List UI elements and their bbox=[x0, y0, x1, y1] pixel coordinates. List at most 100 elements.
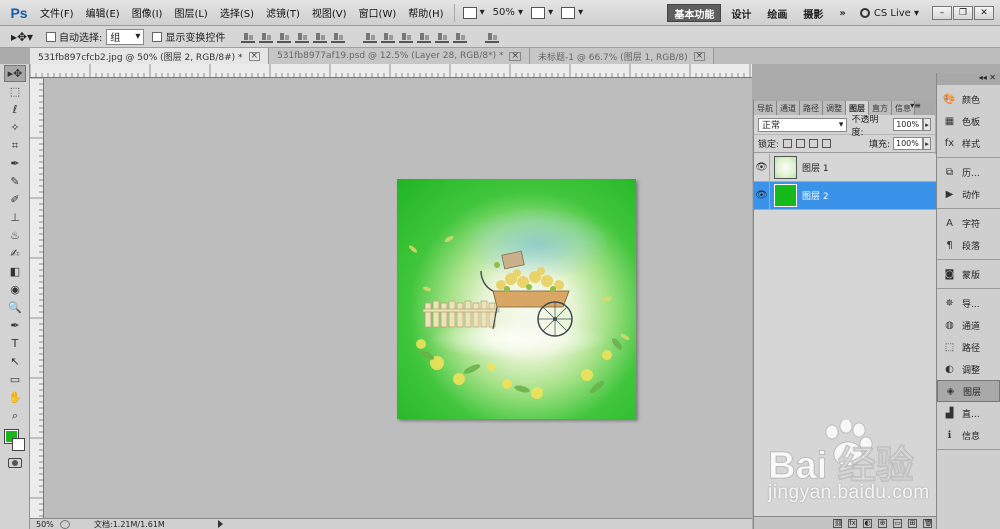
tool-button[interactable]: ◧ bbox=[4, 263, 26, 280]
screen-mode-button[interactable]: ▾ bbox=[557, 4, 587, 22]
dock-item[interactable]: ◈ 图层 bbox=[937, 380, 1000, 402]
menu-item[interactable]: 编辑(E) bbox=[80, 5, 126, 20]
tool-button[interactable]: ✋ bbox=[4, 389, 26, 406]
opacity-slider-button[interactable]: ▸ bbox=[923, 118, 931, 131]
blend-mode-select[interactable]: 正常 ▾ bbox=[758, 117, 848, 132]
auto-select-dropdown[interactable]: 组 ▾ bbox=[106, 28, 145, 45]
arrange-documents-button[interactable]: ▾ bbox=[527, 4, 557, 22]
show-transform-checkbox[interactable] bbox=[152, 31, 163, 42]
auto-align-layers-icon[interactable] bbox=[485, 31, 500, 43]
menu-item[interactable]: 窗口(W) bbox=[353, 5, 403, 20]
workspace-button[interactable]: 设计 bbox=[725, 4, 757, 22]
distribute-top-icon[interactable] bbox=[363, 31, 378, 43]
tool-button[interactable]: ◉ bbox=[4, 281, 26, 298]
status-menu-arrow-icon[interactable] bbox=[218, 520, 223, 528]
panel-menu-icon[interactable]: ▾≡ bbox=[910, 101, 921, 110]
layer-row[interactable]: 👁 图层 1 bbox=[754, 153, 936, 182]
opacity-field[interactable]: 100% bbox=[893, 118, 924, 131]
align-vcenter-icon[interactable] bbox=[259, 31, 274, 43]
tool-button[interactable]: ⬚ bbox=[4, 83, 26, 100]
tool-button[interactable]: ↖ bbox=[4, 353, 26, 370]
panel-tab[interactable]: 图层 bbox=[846, 101, 869, 115]
dock-item[interactable]: fx 样式 bbox=[937, 132, 1000, 154]
panel-tab[interactable]: 导航 bbox=[754, 101, 777, 115]
lock-pixels-icon[interactable] bbox=[796, 139, 806, 148]
dock-item[interactable]: 🎨 颜色 bbox=[937, 88, 1000, 110]
panel-tab[interactable]: 直方 bbox=[869, 101, 892, 115]
tool-button[interactable]: ⊥ bbox=[4, 209, 26, 226]
background-color-swatch[interactable] bbox=[12, 438, 25, 451]
dock-item[interactable]: ✵ 导... bbox=[937, 292, 1000, 314]
close-window-button[interactable]: ✕ bbox=[974, 6, 994, 20]
document-image[interactable] bbox=[397, 179, 636, 419]
align-left-icon[interactable] bbox=[295, 31, 310, 43]
tool-button[interactable]: ✒ bbox=[4, 155, 26, 172]
menu-item[interactable]: 图层(L) bbox=[168, 5, 213, 20]
dock-item[interactable]: ⬚ 路径 bbox=[937, 336, 1000, 358]
tab-close-icon[interactable]: × bbox=[248, 51, 261, 61]
dock-item[interactable]: A 字符 bbox=[937, 212, 1000, 234]
workspace-button[interactable]: 绘画 bbox=[761, 4, 793, 22]
tool-button[interactable]: 🔍 bbox=[4, 299, 26, 316]
lock-transparent-icon[interactable] bbox=[783, 139, 793, 148]
dock-collapse-icon[interactable]: ◂◂ ✕ bbox=[937, 73, 1000, 85]
tool-button[interactable]: T bbox=[4, 335, 26, 352]
panel-tab[interactable]: 调整 bbox=[823, 101, 846, 115]
dock-item[interactable]: ▦ 色板 bbox=[937, 110, 1000, 132]
document-tab[interactable]: 未标题-1 @ 66.7% (图层 1, RGB/8) × bbox=[530, 48, 715, 64]
workspace-button[interactable]: 基本功能 bbox=[667, 4, 722, 22]
tool-button[interactable]: ℓ bbox=[4, 101, 26, 118]
zoom-level-select[interactable]: 50% ▾ bbox=[489, 4, 527, 22]
align-hcenter-icon[interactable] bbox=[313, 31, 328, 43]
canvas-area[interactable] bbox=[44, 78, 752, 518]
align-right-icon[interactable] bbox=[331, 31, 346, 43]
quick-mask-icon[interactable] bbox=[8, 458, 22, 468]
tool-button[interactable]: ✧ bbox=[4, 119, 26, 136]
visibility-eye-icon[interactable]: 👁 bbox=[754, 181, 770, 210]
lock-position-icon[interactable] bbox=[809, 139, 819, 148]
more-workspaces-button[interactable]: » bbox=[833, 4, 851, 22]
auto-select-checkbox[interactable] bbox=[46, 31, 56, 42]
tool-button[interactable]: ▸✥ bbox=[4, 65, 26, 82]
distribute-right-icon[interactable] bbox=[453, 31, 468, 43]
tab-close-icon[interactable]: × bbox=[693, 51, 706, 61]
tool-button[interactable]: ⌗ bbox=[4, 137, 26, 154]
dock-item[interactable]: ⧉ 历... bbox=[937, 161, 1000, 183]
align-bottom-icon[interactable] bbox=[277, 31, 292, 43]
tool-button[interactable]: ✎ bbox=[4, 173, 26, 190]
panel-tab[interactable]: 路径 bbox=[800, 101, 823, 115]
tool-button[interactable]: ⌕ bbox=[4, 407, 26, 424]
restore-button[interactable]: ❐ bbox=[953, 6, 973, 20]
distribute-bottom-icon[interactable] bbox=[399, 31, 414, 43]
visibility-eye-icon[interactable]: 👁 bbox=[754, 153, 770, 182]
lock-all-icon[interactable] bbox=[822, 139, 832, 148]
layer-row[interactable]: 👁 图层 2 bbox=[754, 181, 936, 210]
document-tab[interactable]: 531fb897cfcb2.jpg @ 50% (图层 2, RGB/8#) *… bbox=[30, 48, 270, 64]
cs-live-button[interactable]: CS Live ▾ bbox=[854, 4, 925, 22]
dock-item[interactable]: ◐ 调整 bbox=[937, 358, 1000, 380]
tool-button[interactable]: ✐ bbox=[4, 191, 26, 208]
tool-button[interactable]: ▭ bbox=[4, 371, 26, 388]
tool-preset-picker[interactable]: ▸✥▾ bbox=[6, 28, 38, 46]
status-info-icon[interactable] bbox=[60, 519, 70, 529]
dock-item[interactable]: ¶ 段落 bbox=[937, 234, 1000, 256]
distribute-hcenter-icon[interactable] bbox=[435, 31, 450, 43]
fill-slider-button[interactable]: ▸ bbox=[923, 137, 931, 150]
tool-button[interactable]: ♨ bbox=[4, 227, 26, 244]
tool-button[interactable]: ✒ bbox=[4, 317, 26, 334]
distribute-left-icon[interactable] bbox=[417, 31, 432, 43]
dock-item[interactable]: ◍ 通道 bbox=[937, 314, 1000, 336]
menu-item[interactable]: 选择(S) bbox=[214, 5, 260, 20]
tab-close-icon[interactable]: × bbox=[509, 51, 522, 61]
workspace-button[interactable]: 摄影 bbox=[797, 4, 829, 22]
menu-item[interactable]: 图像(I) bbox=[126, 5, 169, 20]
distribute-vcenter-icon[interactable] bbox=[381, 31, 396, 43]
align-top-icon[interactable] bbox=[241, 31, 256, 43]
document-tab[interactable]: 531fb8977af19.psd @ 12.5% (Layer 28, RGB… bbox=[269, 48, 531, 64]
minimize-button[interactable]: – bbox=[932, 6, 952, 20]
menu-item[interactable]: 帮助(H) bbox=[402, 5, 449, 20]
status-zoom-value[interactable]: 50% bbox=[30, 520, 56, 529]
tool-button[interactable]: ✍ bbox=[4, 245, 26, 262]
launch-bridge-button[interactable]: ▾ bbox=[459, 4, 489, 22]
menu-item[interactable]: 视图(V) bbox=[306, 5, 353, 20]
